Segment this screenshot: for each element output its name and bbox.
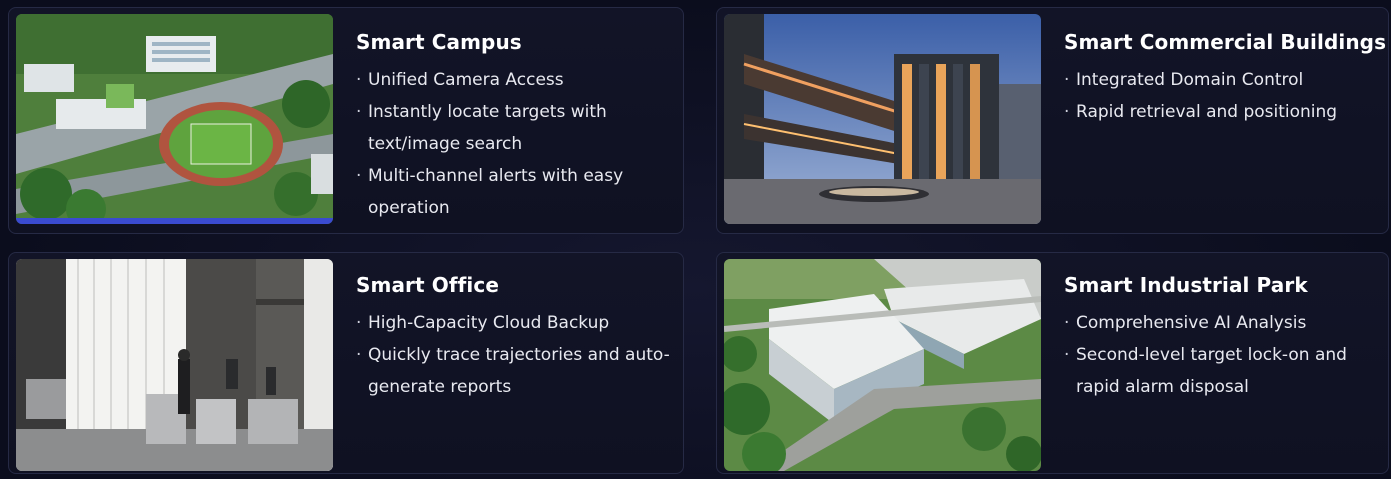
commercial-building-image [724, 14, 1041, 224]
bullet-icon: · [1064, 345, 1070, 365]
bullet-icon: · [1064, 70, 1070, 90]
card-smart-industrial-park[interactable]: Smart Industrial Park · Comprehensive AI … [716, 252, 1389, 474]
card-title: Smart Industrial Park [1064, 273, 1308, 297]
solutions-grid: Smart Campus · Unified Camera Access · Ins… [0, 0, 1391, 479]
card-smart-office[interactable]: Smart Office · High-Capacity Cloud Backup… [8, 252, 684, 474]
feature-list: · Integrated Domain Control · Rapid retrie… [1064, 64, 1382, 128]
bullet-icon: · [356, 345, 362, 365]
feature-list: · Unified Camera Access · Instantly locate… [356, 64, 677, 224]
campus-aerial-image [16, 14, 333, 224]
bullet-icon: · [356, 102, 362, 122]
feature-item: · Integrated Domain Control [1064, 64, 1382, 96]
feature-item: · High-Capacity Cloud Backup [356, 307, 677, 339]
card-smart-commercial-buildings[interactable]: Smart Commercial Buildings · Integrated D… [716, 7, 1389, 234]
card-title: Smart Commercial Buildings [1064, 30, 1387, 54]
feature-item: · Unified Camera Access [356, 64, 677, 96]
feature-list: · High-Capacity Cloud Backup · Quickly tra… [356, 307, 677, 403]
card-title: Smart Campus [356, 30, 522, 54]
bullet-icon: · [356, 166, 362, 186]
bullet-icon: · [356, 313, 362, 333]
card-title: Smart Office [356, 273, 500, 297]
feature-item: · Multi-channel alerts with easy operatio… [356, 160, 677, 224]
feature-list: · Comprehensive AI Analysis · Second-level… [1064, 307, 1382, 403]
feature-item: · Second-level target lock-on and rapid a… [1064, 339, 1382, 403]
bullet-icon: · [356, 70, 362, 90]
office-turnstile-image [16, 259, 333, 471]
card-smart-campus[interactable]: Smart Campus · Unified Camera Access · Ins… [8, 7, 684, 234]
industrial-park-image [724, 259, 1041, 471]
bullet-icon: · [1064, 102, 1070, 122]
feature-item: · Comprehensive AI Analysis [1064, 307, 1382, 339]
bullet-icon: · [1064, 313, 1070, 333]
feature-item: · Quickly trace trajectories and auto-gen… [356, 339, 677, 403]
feature-item: · Rapid retrieval and positioning [1064, 96, 1382, 128]
feature-item: · Instantly locate targets with text/imag… [356, 96, 677, 160]
